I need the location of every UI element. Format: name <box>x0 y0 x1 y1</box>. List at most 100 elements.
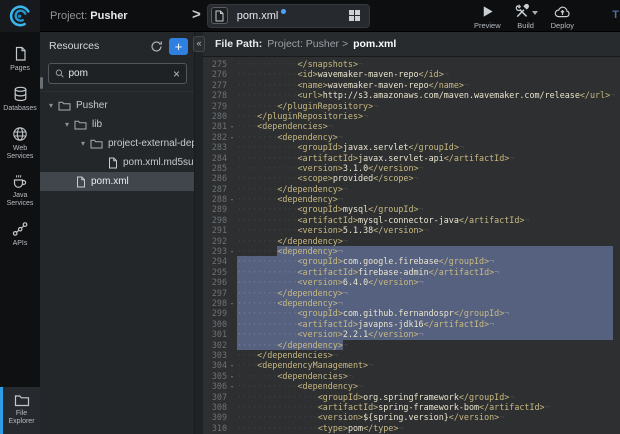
line-number[interactable]: 297 <box>203 288 227 298</box>
add-resource-button[interactable]: + <box>169 38 188 55</box>
gutter-line[interactable]: 283 <box>203 142 237 152</box>
gutter-line[interactable]: 296 <box>203 277 237 287</box>
gutter-line[interactable]: 301 <box>203 329 237 339</box>
preview-button[interactable]: Preview <box>474 2 501 30</box>
code-line-296[interactable]: ············<version>6.4.0</version>¬ <box>237 277 620 287</box>
line-number[interactable]: 303 <box>203 350 227 360</box>
sidebar-item-web-services[interactable]: Web Services <box>0 120 40 168</box>
gutter-line[interactable]: 295 <box>203 267 237 277</box>
code-line-284[interactable]: ············<artifactId>javax.servlet-ap… <box>237 153 620 163</box>
tree-item-pom-xml-md5sum[interactable]: pom.xml.md5sum <box>40 153 194 172</box>
gutter-line[interactable]: 299 <box>203 308 237 318</box>
code-line-305[interactable]: ········<dependencies>¬ <box>237 371 620 381</box>
code-line-303[interactable]: ····</dependencies>¬ <box>237 350 620 360</box>
sidebar-item-java-services[interactable]: Java Services <box>0 168 40 215</box>
code-line-288[interactable]: ········<dependency>¬ <box>237 194 620 204</box>
code-line-281[interactable]: ····<dependencies>¬ <box>237 121 620 131</box>
search-input[interactable] <box>64 68 173 79</box>
clear-search-icon[interactable]: × <box>173 67 180 81</box>
expand-arrow-icon[interactable]: ▾ <box>62 120 72 129</box>
expand-arrow-icon[interactable]: ▾ <box>78 139 88 148</box>
sidebar-item-pages[interactable]: Pages <box>0 40 40 80</box>
collapse-panel-icon[interactable]: « <box>193 36 205 52</box>
code-line-293[interactable]: ········<dependency>¬ <box>237 246 620 256</box>
gutter-line[interactable]: 282- <box>203 132 237 142</box>
code-line-295[interactable]: ············<artifactId>firebase-admin</… <box>237 267 620 277</box>
line-number[interactable]: 310 <box>203 423 227 433</box>
line-number[interactable]: 305 <box>203 371 227 381</box>
gutter-line[interactable]: 293- <box>203 246 237 256</box>
gutter-line[interactable]: 303 <box>203 350 237 360</box>
code-line-277[interactable]: ············<name>wavemaker-maven-repo</… <box>237 80 620 90</box>
line-number[interactable]: 281 <box>203 121 227 131</box>
code-line-282[interactable]: ········<dependency>¬ <box>237 132 620 142</box>
code-line-280[interactable]: ····</pluginRepositories>¬ <box>237 111 620 121</box>
gutter-line[interactable]: 306- <box>203 381 237 391</box>
line-number[interactable]: 292 <box>203 236 227 246</box>
code-line-299[interactable]: ············<groupId>com.github.fernando… <box>237 308 620 318</box>
gutter-line[interactable]: 290 <box>203 215 237 225</box>
gutter-line[interactable]: 280 <box>203 111 237 121</box>
gutter-line[interactable]: 310 <box>203 423 237 433</box>
code-line-307[interactable]: ················<groupId>org.springframe… <box>237 392 620 402</box>
refresh-icon[interactable] <box>150 40 163 53</box>
line-number[interactable]: 298 <box>203 298 227 308</box>
resources-scrollbar-thumb[interactable] <box>40 77 43 89</box>
wavemaker-logo[interactable] <box>0 0 40 32</box>
gutter-line[interactable]: 300 <box>203 319 237 329</box>
gutter-line[interactable]: 292 <box>203 236 237 246</box>
code-line-283[interactable]: ············<groupId>javax.servlet</grou… <box>237 142 620 152</box>
tree-item-lib[interactable]: ▾lib <box>40 115 194 134</box>
code-line-278[interactable]: ············<url>http://s3.amazonaws.com… <box>237 90 620 100</box>
code-line-291[interactable]: ············<version>5.1.38</version>¬ <box>237 225 620 235</box>
line-number[interactable]: 296 <box>203 277 227 287</box>
line-number[interactable]: 302 <box>203 340 227 350</box>
code-line-309[interactable]: ················<version>${spring.versio… <box>237 412 620 422</box>
expand-arrow-icon[interactable]: ▾ <box>46 101 56 110</box>
line-number[interactable]: 276 <box>203 69 227 79</box>
code-line-301[interactable]: ············<version>2.2.1</version>¬ <box>237 329 620 339</box>
line-number[interactable]: 301 <box>203 329 227 339</box>
fold-marker-icon[interactable]: - <box>227 121 237 131</box>
code-line-287[interactable]: ········</dependency>¬ <box>237 184 620 194</box>
gutter-line[interactable]: 309 <box>203 412 237 422</box>
line-number[interactable]: 278 <box>203 90 227 100</box>
line-number[interactable]: 290 <box>203 215 227 225</box>
gutter-line[interactable]: 281- <box>203 121 237 131</box>
deploy-button[interactable]: Deploy <box>551 2 574 30</box>
gutter-line[interactable]: 308 <box>203 402 237 412</box>
code-line-308[interactable]: ················<artifactId>spring-frame… <box>237 402 620 412</box>
code-line-286[interactable]: ············<scope>provided</scope>¬ <box>237 173 620 183</box>
gutter-line[interactable]: 294 <box>203 256 237 266</box>
code-line-306[interactable]: ············<dependency>¬ <box>237 381 620 391</box>
line-number[interactable]: 282 <box>203 132 227 142</box>
gutter-line[interactable]: 277 <box>203 80 237 90</box>
line-number[interactable]: 283 <box>203 142 227 152</box>
build-button[interactable]: Build <box>514 2 538 30</box>
fold-marker-icon[interactable]: - <box>227 298 237 308</box>
layout-grid-icon[interactable] <box>348 9 361 22</box>
gutter-line[interactable]: 288- <box>203 194 237 204</box>
tree-item-pom-xml[interactable]: pom.xml <box>40 172 194 191</box>
line-number[interactable]: 285 <box>203 163 227 173</box>
code-line-276[interactable]: ············<id>wavemaker-maven-repo</id… <box>237 69 620 79</box>
line-number[interactable]: 286 <box>203 173 227 183</box>
chevron-down-icon[interactable] <box>532 11 538 15</box>
gutter-line[interactable]: 302 <box>203 340 237 350</box>
code-line-275[interactable]: ············</snapshots>¬ <box>237 59 620 69</box>
line-number[interactable]: 300 <box>203 319 227 329</box>
line-number[interactable]: 304 <box>203 360 227 370</box>
code-line-297[interactable]: ········</dependency>¬ <box>237 288 620 298</box>
fold-marker-icon[interactable]: - <box>227 360 237 370</box>
line-number[interactable]: 288 <box>203 194 227 204</box>
line-number[interactable]: 299 <box>203 308 227 318</box>
fold-marker-icon[interactable]: - <box>227 132 237 142</box>
sidebar-item-databases[interactable]: Databases <box>0 80 40 120</box>
code-line-290[interactable]: ············<artifactId>mysql-connector-… <box>237 215 620 225</box>
gutter-line[interactable]: 297 <box>203 288 237 298</box>
tab-pom-xml[interactable]: pom.xml <box>207 4 370 28</box>
code-line-289[interactable]: ············<groupId>mysql</groupId>¬ <box>237 204 620 214</box>
code-line-304[interactable]: ····<dependencyManagement>¬ <box>237 360 620 370</box>
line-number[interactable]: 277 <box>203 80 227 90</box>
code-line-294[interactable]: ············<groupId>com.google.firebase… <box>237 256 620 266</box>
